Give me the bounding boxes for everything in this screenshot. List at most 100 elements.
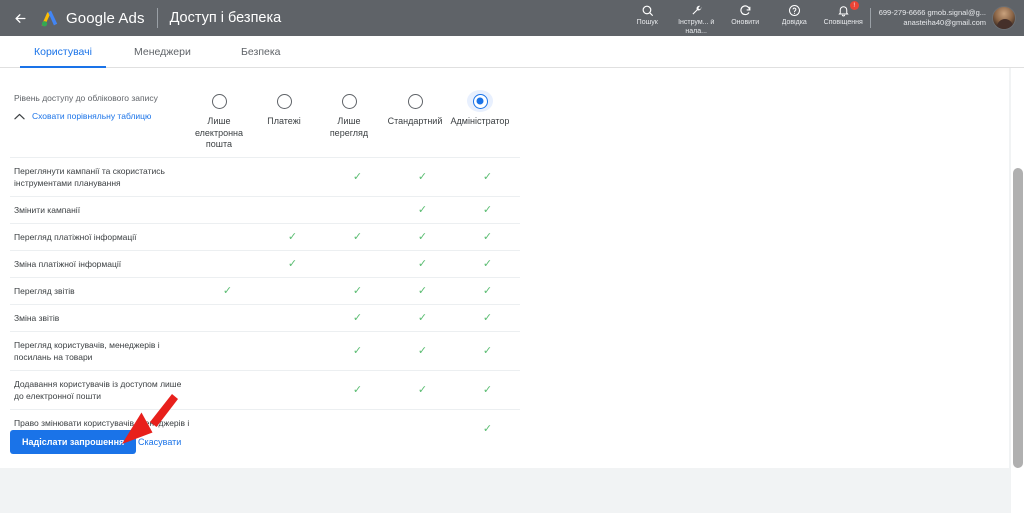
permission-cell-email-only [195, 251, 260, 277]
permission-cell-read-only [325, 410, 390, 448]
radio-read-only[interactable] [336, 90, 362, 112]
tab-managers-label: Менеджери [134, 45, 191, 58]
tools-settings-button[interactable]: Інструм... й нала... [672, 0, 721, 36]
top-app-bar: Google Ads Доступ і безпека Пошук Інстру… [0, 0, 1024, 36]
tab-security[interactable]: Безпека [227, 36, 295, 68]
access-level-label-billing: Платежі [267, 116, 301, 126]
access-level-label-email-only: Лише електронна пошта [194, 116, 244, 149]
tab-security-label: Безпека [241, 45, 281, 58]
check-icon: ✓ [352, 311, 363, 324]
check-icon: ✓ [417, 383, 428, 396]
search-label: Пошук [636, 19, 658, 26]
access-level-label-standard: Стандартний [387, 116, 443, 126]
tools-wrench-icon [690, 3, 703, 18]
collapse-comparison-table-link[interactable]: Сховати порівняльну таблицю [14, 111, 151, 121]
refresh-button[interactable]: Оновити [721, 0, 770, 36]
table-row: Зміна платіжної інформації ✓ ✓ ✓ [10, 250, 520, 277]
permission-cell-admin: ✓ [455, 371, 520, 409]
search-icon [641, 3, 654, 18]
access-level-option-admin[interactable]: Адміністратор [437, 90, 523, 128]
google-ads-logo-icon [38, 8, 60, 28]
appbar-right-group: Пошук Інструм... й нала... Оновити Довід… [623, 0, 1024, 36]
check-icon: ✓ [482, 230, 493, 243]
permission-cell-admin: ✓ [455, 251, 520, 277]
permission-label: Перегляд користувачів, менеджерів і поси… [14, 340, 160, 362]
permission-cell-email-only [195, 158, 260, 196]
check-icon: ✓ [287, 230, 298, 243]
access-level-label: Рівень доступу до облікового запису [14, 93, 158, 103]
check-icon: ✓ [417, 311, 428, 324]
check-icon: ✓ [482, 311, 493, 324]
permission-cell-standard [390, 410, 455, 448]
chevron-up-icon [14, 113, 25, 120]
permission-cell-read-only [325, 251, 390, 277]
account-email-line: anasteiha40@gmail.com [903, 18, 986, 27]
permission-cell-standard: ✓ [390, 332, 455, 370]
check-icon: ✓ [482, 284, 493, 297]
radio-billing[interactable] [271, 90, 297, 112]
permission-cell-admin: ✓ [455, 197, 520, 223]
vertical-scrollbar-thumb[interactable] [1013, 168, 1023, 468]
permission-cell-admin: ✓ [455, 410, 520, 448]
notification-badge: ! [849, 1, 859, 10]
permission-cell-read-only: ✓ [325, 278, 390, 304]
tab-users-label: Користувачі [34, 45, 92, 58]
refresh-icon [739, 3, 752, 18]
permission-cell-billing [260, 305, 325, 331]
brand-label: Google Ads [66, 9, 145, 27]
radio-email-only[interactable] [206, 90, 232, 112]
permission-cell-email-only [195, 305, 260, 331]
radio-button-icon [211, 93, 227, 109]
permission-cell-read-only: ✓ [325, 305, 390, 331]
check-icon: ✓ [417, 344, 428, 357]
permission-cell-standard: ✓ [390, 305, 455, 331]
table-row: Додавання користувачів із доступом лише … [10, 370, 520, 409]
permission-cell-admin: ✓ [455, 278, 520, 304]
radio-standard[interactable] [402, 90, 428, 112]
permission-cell-email-only [195, 332, 260, 370]
notifications-label: Сповіщення [823, 19, 863, 26]
permission-label: Змінити кампанії [14, 205, 81, 215]
back-arrow-icon[interactable] [10, 8, 30, 28]
tab-managers[interactable]: Менеджери [120, 36, 205, 68]
permission-cell-standard: ✓ [390, 197, 455, 223]
access-level-label-read-only: Лише перегляд [329, 116, 369, 138]
permission-label: Перегляд платіжної інформації [14, 232, 137, 242]
permission-cell-billing [260, 158, 325, 196]
help-button[interactable]: Довідка [770, 0, 819, 36]
check-icon: ✓ [352, 383, 363, 396]
account-info[interactable]: 699-279-6666 gmob.signal@g... anasteiha4… [875, 0, 992, 36]
cancel-button[interactable]: Скасувати [128, 430, 191, 454]
permission-cell-billing [260, 410, 325, 448]
permission-cell-billing [260, 332, 325, 370]
permission-cell-admin: ✓ [455, 224, 520, 250]
help-label: Довідка [781, 19, 807, 26]
tab-bar: Користувачі Менеджери Безпека [0, 36, 1024, 68]
permission-cell-standard: ✓ [390, 278, 455, 304]
permission-label: Перегляд звітів [14, 286, 75, 296]
permission-cell-standard: ✓ [390, 251, 455, 277]
search-button[interactable]: Пошук [623, 0, 672, 36]
notifications-button[interactable]: ! Сповіщення [819, 0, 868, 36]
vertical-scrollbar-track[interactable] [1011, 68, 1024, 513]
permission-cell-read-only: ✓ [325, 332, 390, 370]
permission-label: Додавання користувачів із доступом лише … [14, 379, 182, 401]
permission-label: Переглянути кампанії та скористатись інс… [14, 166, 165, 188]
tab-users[interactable]: Користувачі [20, 36, 106, 68]
permission-cell-email-only: ✓ [195, 278, 260, 304]
permission-cell-admin: ✓ [455, 332, 520, 370]
permission-cell-email-only [195, 224, 260, 250]
permission-cell-billing [260, 371, 325, 409]
check-icon: ✓ [352, 284, 363, 297]
table-row: Перегляд платіжної інформації ✓ ✓ ✓ ✓ [10, 223, 520, 250]
check-icon: ✓ [482, 383, 493, 396]
check-icon: ✓ [482, 170, 493, 183]
table-row: Зміна звітів ✓ ✓ ✓ [10, 304, 520, 331]
access-level-label-admin: Адміністратор [450, 116, 510, 126]
permission-label: Зміна звітів [14, 313, 60, 323]
send-invite-button[interactable]: Надіслати запрошення [10, 430, 137, 454]
check-icon: ✓ [352, 170, 363, 183]
permission-cell-email-only [195, 410, 260, 448]
radio-admin[interactable] [467, 90, 493, 112]
avatar[interactable] [992, 6, 1016, 30]
